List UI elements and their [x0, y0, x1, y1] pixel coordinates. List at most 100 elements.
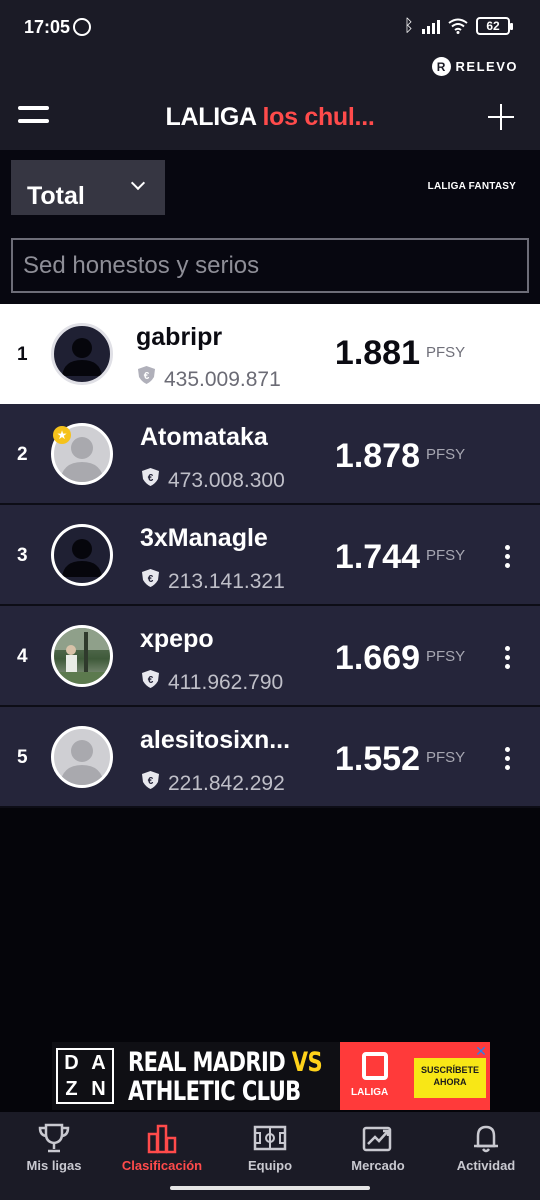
user-name: xpepo [140, 625, 214, 653]
dazn-logo: D A Z N [56, 1048, 114, 1104]
ranking-list: 1 gabripr € 435.009.871 1.881 PFSY 2 ★ A… [0, 304, 540, 808]
rank-position: 5 [17, 747, 28, 768]
league-title[interactable]: LALIGA los chul... [0, 103, 540, 132]
subscribe-line2: AHORA [433, 1077, 467, 1087]
view-select[interactable]: Total [11, 160, 165, 215]
relevo-logo: R RELEVO [431, 57, 518, 76]
market-icon [362, 1126, 392, 1152]
ranking-row[interactable]: 5 alesitosixn... € 221.842.292 1.552 PFS… [0, 707, 540, 808]
relevo-logo-text: RELEVO [455, 59, 518, 74]
field-icon [253, 1125, 287, 1151]
avatar [51, 323, 113, 385]
ad-vs: VS [291, 1047, 323, 1078]
team-value: 435.009.871 [164, 368, 281, 386]
points-unit: PFSY [426, 547, 466, 564]
wifi-icon [448, 18, 468, 34]
team-value: 221.842.292 [168, 772, 285, 790]
ranking-row[interactable]: 4 xpepo € 411.962.790 1.669 PFSY [0, 606, 540, 707]
ranking-row[interactable]: 2 ★ Atomataka € 473.008.300 1.878 PFSY [0, 404, 540, 505]
filters-area: Total LALIGA FANTASY [0, 150, 540, 304]
add-icon[interactable] [488, 104, 514, 130]
ad-banner[interactable]: D A Z N REAL MADRID VS ATHLETIC CLUB LAL… [52, 1042, 490, 1110]
avatar-photo [51, 625, 113, 687]
ranking-row[interactable]: 1 gabripr € 435.009.871 1.881 PFSY [0, 304, 540, 404]
nav-label: Actividad [456, 1158, 516, 1173]
money-shield-icon: € [142, 670, 159, 688]
svg-text:€: € [148, 574, 154, 585]
star-badge-icon: ★ [53, 426, 71, 444]
whatsapp-icon [73, 18, 91, 36]
avatar [51, 524, 113, 586]
view-select-value: Total [27, 182, 85, 210]
dazn-letter: Z [65, 1078, 78, 1100]
battery-icon: 62 [476, 17, 513, 35]
money-shield-icon: € [142, 468, 159, 486]
laliga-fantasy-logo: LALIGA FANTASY [427, 181, 516, 192]
dazn-letter: N [91, 1078, 106, 1100]
status-bar: 17:05 ᛒ 62 [0, 0, 540, 52]
points-unit: PFSY [426, 446, 466, 463]
relevo-logo-icon: R [431, 57, 451, 76]
bluetooth-icon: ᛒ [403, 16, 414, 35]
points: 1.669 [334, 639, 420, 677]
money-shield-icon: € [138, 366, 155, 384]
team-value: 411.962.790 [168, 671, 284, 689]
team-value: 473.008.300 [168, 469, 285, 487]
app-header: LALIGA los chul... [0, 90, 540, 150]
more-options-icon[interactable] [502, 646, 512, 670]
trophy-icon [38, 1123, 70, 1153]
laliga-logo-icon [362, 1052, 388, 1080]
svg-text:€: € [148, 473, 154, 484]
ad-home-team: REAL MADRID [128, 1047, 292, 1078]
nav-item-mercado[interactable]: Mercado [324, 1122, 432, 1173]
chevron-down-icon [130, 175, 146, 191]
nav-item-equipo[interactable]: Equipo [216, 1122, 324, 1173]
avatar [51, 726, 113, 788]
user-name: alesitosixn... [140, 726, 291, 754]
ranking-bars-icon [147, 1124, 177, 1154]
rank-position: 1 [17, 344, 28, 365]
nav-label: Mis ligas [26, 1158, 82, 1173]
more-options-icon[interactable] [502, 747, 512, 771]
rank-position: 3 [17, 545, 28, 566]
ad-laliga-text: LALIGA [351, 1087, 389, 1098]
points-unit: PFSY [426, 749, 466, 766]
points: 1.744 [334, 538, 420, 576]
user-name: Atomataka [140, 423, 268, 451]
signal-icon [422, 18, 440, 34]
home-indicator[interactable] [170, 1186, 370, 1190]
user-name: gabripr [136, 323, 223, 351]
svg-text:€: € [148, 675, 154, 686]
points: 1.552 [334, 740, 420, 778]
points: 1.881 [334, 334, 420, 372]
points: 1.878 [334, 437, 420, 475]
ad-match-text: REAL MADRID VS ATHLETIC CLUB [128, 1047, 323, 1107]
bottom-nav: Mis ligas Clasificación Equipo Mercado A… [0, 1112, 540, 1200]
points-unit: PFSY [426, 344, 466, 361]
svg-text:€: € [144, 371, 150, 382]
brand-row: R RELEVO [0, 52, 540, 90]
rank-position: 2 [17, 444, 28, 465]
subscribe-line1: SUSCRÍBETE [420, 1065, 479, 1075]
nav-label: Equipo [247, 1158, 293, 1173]
nav-item-mis-ligas[interactable]: Mis ligas [0, 1122, 108, 1173]
user-name: 3xManagle [140, 524, 268, 552]
nav-item-clasificacion[interactable]: Clasificación [108, 1122, 216, 1173]
nav-label: Clasificación [121, 1158, 203, 1173]
team-value: 213.141.321 [168, 570, 285, 588]
status-icons: ᛒ 62 [403, 16, 513, 36]
ranking-row[interactable]: 3 3xManagle € 213.141.321 1.744 PFSY [0, 505, 540, 606]
rank-position: 4 [17, 646, 28, 667]
more-options-icon[interactable] [502, 545, 512, 569]
nav-item-actividad[interactable]: Actividad [432, 1122, 540, 1173]
search-input[interactable] [11, 238, 529, 293]
money-shield-icon: € [142, 771, 159, 789]
ad-close-icon[interactable]: ✕ [474, 1044, 488, 1058]
dazn-letter: D [64, 1052, 79, 1074]
nav-label: Mercado [351, 1158, 405, 1173]
ad-away-team: ATHLETIC CLUB [128, 1076, 301, 1107]
status-time: 17:05 [24, 17, 71, 37]
subscribe-button[interactable]: SUSCRÍBETE AHORA [414, 1058, 486, 1098]
bell-icon [474, 1125, 498, 1153]
money-shield-icon: € [142, 569, 159, 587]
